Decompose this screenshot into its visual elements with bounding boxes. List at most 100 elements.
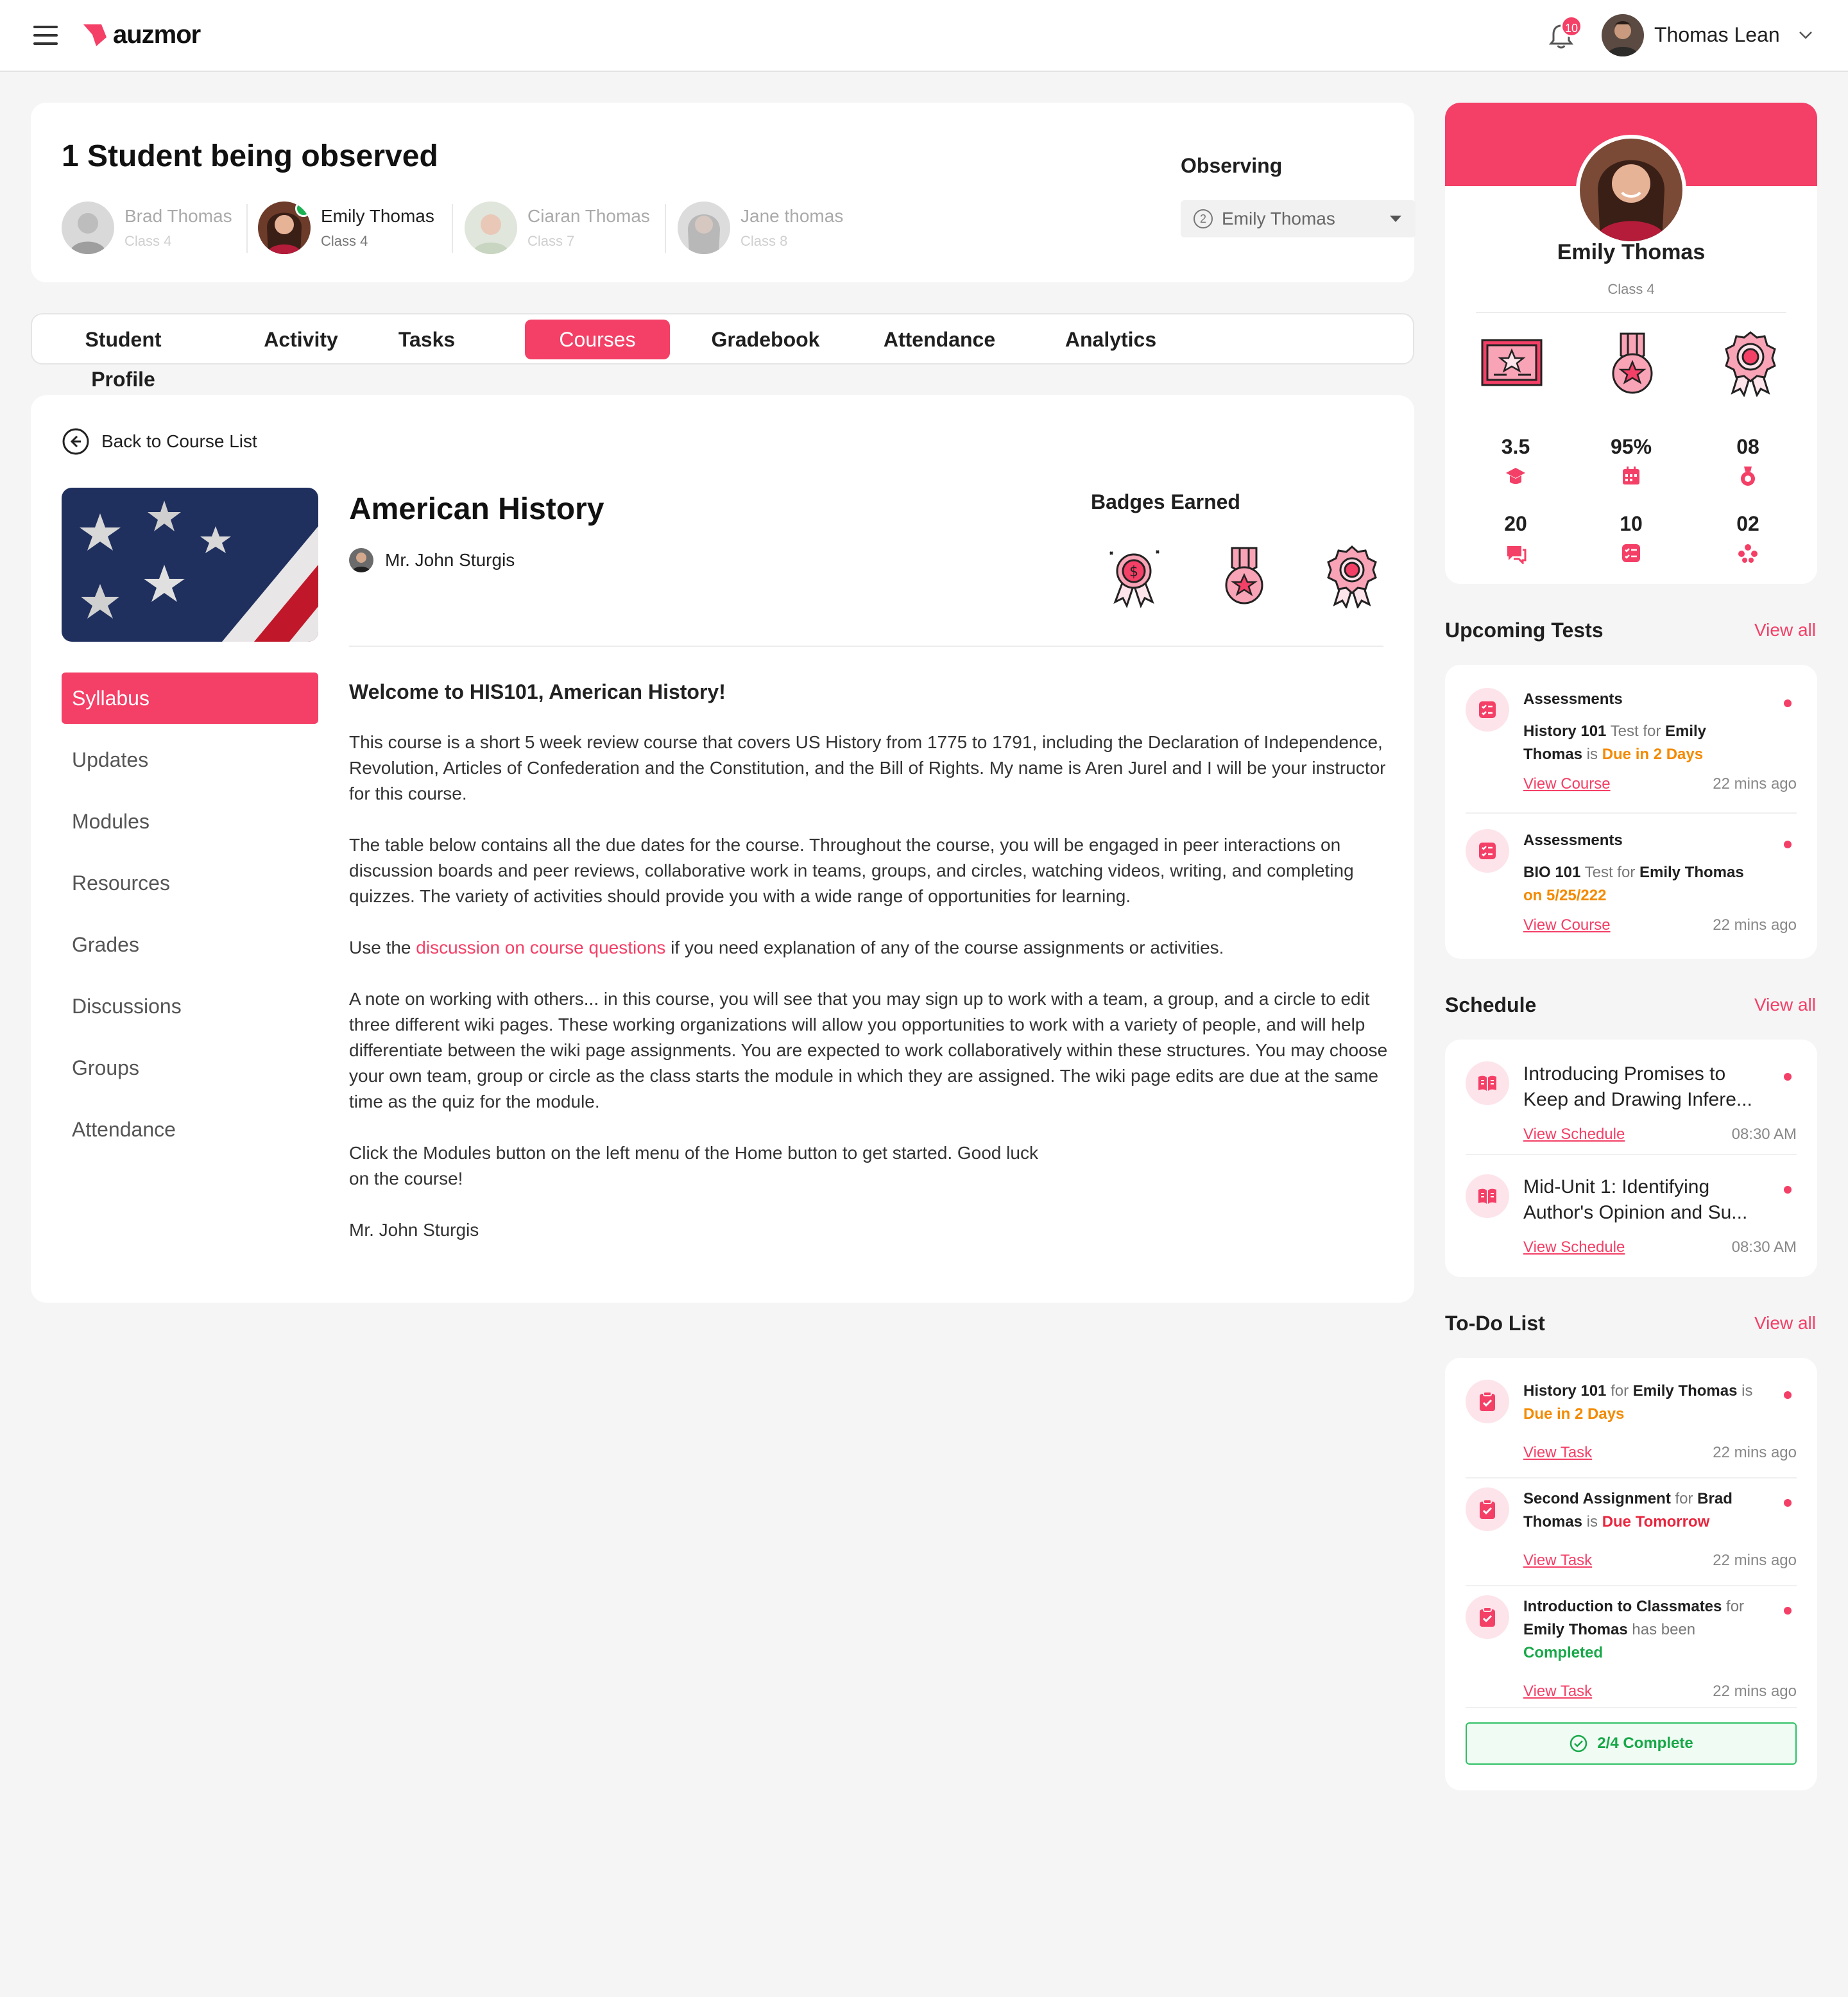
course-image bbox=[62, 488, 318, 642]
text: Test for bbox=[1606, 723, 1665, 740]
badges-earned-label: Badges Earned bbox=[1091, 490, 1240, 513]
divider bbox=[1466, 812, 1797, 814]
list-item: Mid-Unit 1: Identifying Author's Opinion… bbox=[1466, 1174, 1797, 1264]
student-chip-jane[interactable]: Jane thomas Class 8 bbox=[678, 199, 843, 257]
view-schedule-link[interactable]: View Schedule bbox=[1523, 1238, 1625, 1256]
side-nav-updates[interactable]: Updates bbox=[62, 734, 318, 785]
syllabus-paragraph: A note on working with others... in this… bbox=[349, 989, 1388, 1111]
schedule-title: Schedule bbox=[1445, 993, 1537, 1016]
item-body: Mid-Unit 1: Identifying Author's Opinion… bbox=[1523, 1174, 1767, 1226]
signature: Mr. John Sturgis bbox=[349, 1220, 479, 1240]
stat-value: 95% bbox=[1610, 435, 1652, 458]
tab-gradebook[interactable]: Gradebook bbox=[705, 320, 826, 359]
observing-label: Observing bbox=[1181, 154, 1283, 177]
tab-activity[interactable]: Activity bbox=[259, 320, 343, 359]
view-course-link[interactable]: View Course bbox=[1523, 775, 1611, 793]
divider bbox=[665, 204, 666, 253]
view-task-link[interactable]: View Task bbox=[1523, 1683, 1592, 1701]
chevron-down-icon[interactable] bbox=[1797, 26, 1815, 44]
timestamp: 08:30 AM bbox=[1731, 1126, 1797, 1143]
side-nav-syllabus[interactable]: Syllabus bbox=[62, 673, 318, 724]
clipboard-check-icon bbox=[1466, 1380, 1509, 1423]
calendar-icon bbox=[1623, 467, 1639, 484]
timestamp: 22 mins ago bbox=[1713, 1683, 1797, 1700]
view-schedule-link[interactable]: View Schedule bbox=[1523, 1126, 1625, 1144]
tab-analytics[interactable]: Analytics bbox=[1056, 320, 1165, 359]
graduation-cap-icon bbox=[1506, 468, 1525, 484]
student-name: Emily Thomas bbox=[321, 206, 434, 226]
selected-check-icon bbox=[295, 201, 311, 217]
clipboard-check-icon bbox=[1466, 1487, 1509, 1531]
assessment-icon bbox=[1466, 829, 1509, 873]
observing-select[interactable]: 2 Emily Thomas bbox=[1181, 200, 1416, 237]
side-nav-discussions[interactable]: Discussions bbox=[62, 981, 318, 1032]
student-name: Brad Thomas bbox=[124, 206, 232, 226]
task-name: Second Assignment bbox=[1523, 1490, 1671, 1507]
avatar bbox=[678, 201, 730, 254]
item-body: Introduction to Classmates for Emily Tho… bbox=[1523, 1595, 1767, 1665]
avatar bbox=[62, 201, 114, 254]
schedule-card: Introducing Promises to Keep and Drawing… bbox=[1445, 1040, 1817, 1277]
unread-dot bbox=[1784, 699, 1792, 707]
student-chip-brad[interactable]: Brad Thomas Class 4 bbox=[62, 199, 232, 257]
divider bbox=[452, 204, 453, 253]
profile-name: Emily Thomas bbox=[1557, 240, 1706, 264]
tab-student-profile[interactable]: Student Profile bbox=[53, 320, 194, 391]
todo-view-all-link[interactable]: View all bbox=[1754, 1313, 1816, 1333]
stat-value: 02 bbox=[1736, 512, 1759, 535]
side-nav-grades[interactable]: Grades bbox=[62, 919, 318, 970]
observing-count: 2 bbox=[1194, 209, 1213, 228]
syllabus-heading: Welcome to HIS101, American History! bbox=[349, 680, 726, 703]
text: Test for bbox=[1580, 864, 1639, 881]
user-avatar[interactable] bbox=[1602, 14, 1644, 56]
side-nav-resources[interactable]: Resources bbox=[62, 857, 318, 909]
tab-attendance[interactable]: Attendance bbox=[875, 320, 1004, 359]
caret-down-icon bbox=[1390, 216, 1401, 222]
view-task-link[interactable]: View Task bbox=[1523, 1444, 1592, 1462]
timestamp: 22 mins ago bbox=[1713, 1444, 1797, 1461]
student-name: Jane thomas bbox=[740, 206, 844, 226]
checklist-icon bbox=[1622, 544, 1640, 562]
star-medal-icon bbox=[1612, 332, 1653, 394]
menu-icon[interactable] bbox=[33, 26, 58, 45]
timestamp: 22 mins ago bbox=[1713, 1552, 1797, 1569]
syllabus-paragraph: This course is a short 5 week review cou… bbox=[349, 732, 1386, 803]
status-text: Completed bbox=[1523, 1644, 1604, 1661]
todo-progress-button[interactable]: 2/4 Complete bbox=[1466, 1722, 1797, 1765]
stat-tasks: 10 bbox=[1586, 512, 1676, 567]
progress-label: 2/4 Complete bbox=[1597, 1735, 1693, 1752]
upcoming-view-all-link[interactable]: View all bbox=[1754, 620, 1816, 640]
tab-tasks[interactable]: Tasks bbox=[391, 320, 462, 359]
item-body: Second Assignment for Brad Thomas is Due… bbox=[1523, 1487, 1767, 1534]
notification-count-badge: 10 bbox=[1561, 15, 1582, 37]
instructor: Mr. John Sturgis bbox=[349, 548, 515, 572]
side-nav-groups[interactable]: Groups bbox=[62, 1042, 318, 1093]
schedule-view-all-link[interactable]: View all bbox=[1754, 995, 1816, 1015]
unread-dot bbox=[1784, 1607, 1792, 1615]
student-name: Emily Thomas bbox=[1523, 1621, 1628, 1638]
text: if you need explanation of any of the co… bbox=[665, 938, 1224, 957]
stat-badges: 08 bbox=[1703, 435, 1793, 490]
side-nav-attendance[interactable]: Attendance bbox=[62, 1104, 318, 1155]
back-to-course-list[interactable]: Back to Course List bbox=[62, 427, 257, 456]
student-chip-ciaran[interactable]: Ciaran Thomas Class 7 bbox=[465, 199, 650, 257]
book-icon bbox=[1466, 1061, 1509, 1105]
text: is bbox=[1737, 1382, 1753, 1400]
brand-logo[interactable]: auzmor bbox=[82, 18, 201, 51]
user-name[interactable]: Thomas Lean bbox=[1654, 23, 1780, 47]
text: for bbox=[1722, 1598, 1745, 1615]
side-nav-modules[interactable]: Modules bbox=[62, 796, 318, 847]
top-bar: auzmor 10 Thomas Lean bbox=[0, 0, 1848, 72]
status-text: Due in 2 Days bbox=[1602, 746, 1704, 763]
status-text: on 5/25/222 bbox=[1523, 887, 1607, 904]
view-task-link[interactable]: View Task bbox=[1523, 1552, 1592, 1570]
timestamp: 22 mins ago bbox=[1713, 916, 1797, 934]
course-name: History 101 bbox=[1523, 723, 1607, 740]
student-chip-emily[interactable]: Emily Thomas Class 4 bbox=[258, 199, 434, 257]
text: has been bbox=[1627, 1621, 1696, 1638]
status-text: Due in 2 Days bbox=[1523, 1405, 1625, 1423]
tab-courses[interactable]: Courses bbox=[525, 320, 670, 359]
discussion-link[interactable]: discussion on course questions bbox=[416, 938, 665, 957]
unread-dot bbox=[1784, 1391, 1792, 1399]
view-course-link[interactable]: View Course bbox=[1523, 916, 1611, 934]
